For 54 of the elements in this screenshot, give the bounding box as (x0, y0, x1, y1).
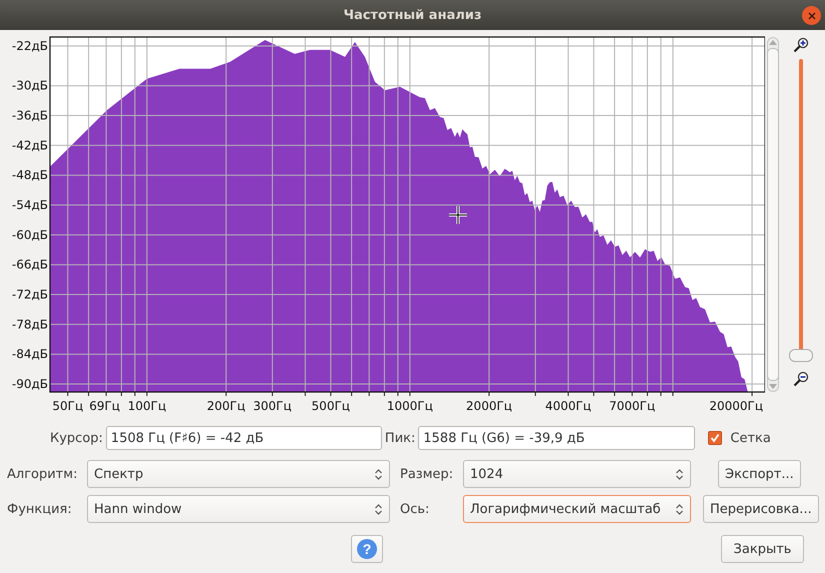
x-axis-label: 200Гц (206, 399, 246, 413)
axis-label: Ось: (400, 502, 430, 516)
spin-arrows-icon (375, 468, 382, 480)
close-icon (808, 12, 816, 20)
down-arrow-icon[interactable] (769, 384, 777, 389)
y-axis-label: -42дБ (12, 138, 48, 152)
up-arrow-icon[interactable] (769, 40, 777, 45)
window-title: Частотный анализ (343, 8, 482, 22)
y-axis-label: -78дБ (12, 317, 48, 332)
spin-arrows-icon (375, 504, 382, 514)
cursor-label: Курсор: (50, 430, 103, 446)
peak-field[interactable]: 1588 Гц (G6) = -39,9 дБ (418, 426, 696, 450)
y-axis-label: -66дБ (12, 258, 48, 272)
y-axis-label: -84дБ (12, 347, 48, 362)
y-axis-label: -90дБ (12, 377, 48, 392)
x-axis-label: 1000Гц (386, 399, 433, 413)
function-label: Функция: (7, 502, 73, 516)
algorithm-label: Алгоритм: (7, 466, 78, 482)
close-dialog-button[interactable]: Закрыть (721, 535, 804, 563)
size-label: Размер: (400, 466, 454, 482)
zoom-slider[interactable] (789, 59, 813, 365)
size-dropdown[interactable]: 1024 (463, 460, 691, 488)
x-axis-label: 7000Гц (609, 399, 656, 413)
x-axis-label: 69Гц (89, 399, 120, 413)
y-axis-label: -22дБ (12, 38, 48, 53)
algorithm-dropdown[interactable]: Спектр (87, 460, 390, 488)
x-axis-label: 50Гц (52, 399, 84, 413)
zoom-in-icon[interactable] (793, 37, 809, 53)
x-axis-label: 100Гц (128, 399, 166, 413)
cursor-field[interactable]: 1508 Гц (F♯6) = -42 дБ (106, 426, 382, 450)
y-axis-label: -54дБ (12, 198, 48, 212)
y-axis-label: -60дБ (12, 228, 48, 242)
spin-arrows-icon (676, 468, 683, 480)
y-axis-label: -36дБ (12, 108, 48, 123)
function-dropdown[interactable]: Hann window (87, 495, 390, 523)
x-axis-label: 20000Гц (709, 399, 763, 413)
grid-label: Сетка (730, 430, 771, 446)
crosshair-cursor-icon (448, 204, 468, 226)
grid-checkbox[interactable] (708, 431, 722, 445)
close-button[interactable] (802, 6, 821, 25)
redraw-button[interactable]: Перерисовка... (703, 495, 819, 523)
x-axis-label: 300Гц (253, 399, 292, 413)
x-axis-label: 2000Гц (466, 399, 512, 413)
y-axis-label: -48дБ (12, 168, 48, 182)
zoom-out-icon[interactable] (793, 371, 809, 387)
y-axis-label: -72дБ (12, 288, 48, 302)
spin-arrows-icon (676, 504, 683, 514)
slider-handle[interactable] (789, 349, 813, 362)
y-axis-label: -30дБ (12, 78, 48, 93)
x-axis-label: 4000Гц (545, 399, 592, 413)
peak-label: Пик: (384, 430, 416, 446)
x-axis-label: 500Гц (312, 399, 350, 413)
export-button[interactable]: Экспорт... (718, 460, 801, 488)
axis-dropdown[interactable]: Логарифмический масштаб (463, 495, 691, 523)
